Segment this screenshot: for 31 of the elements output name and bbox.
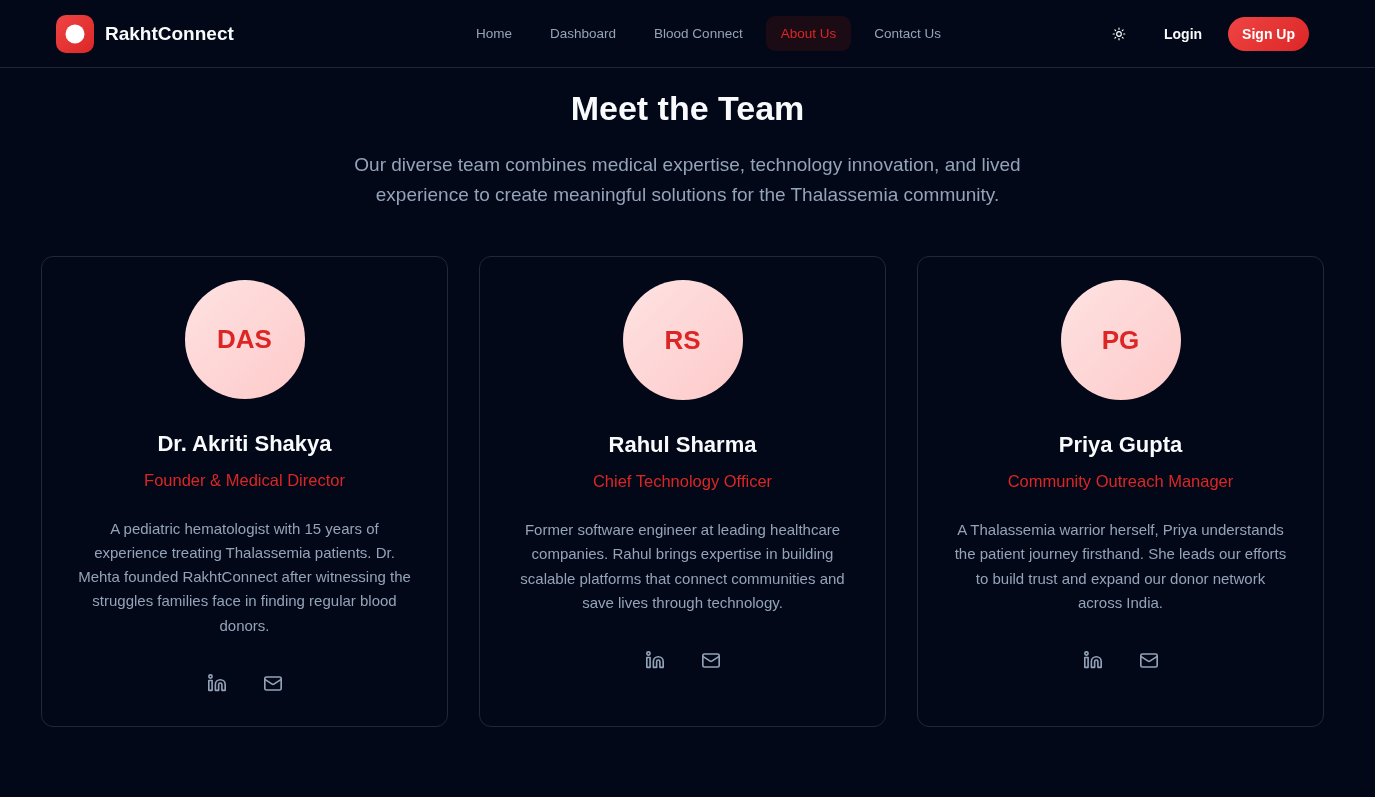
brand-name: RakhtConnect — [105, 22, 234, 45]
nav-link[interactable]: Dashboard — [535, 16, 632, 51]
login-button[interactable]: Login — [1164, 17, 1203, 50]
avatar-initials: DAS — [184, 280, 305, 399]
sun-icon — [1112, 26, 1126, 41]
nav-link[interactable]: About Us — [765, 16, 852, 51]
member-role: Chief Technology Officer — [592, 471, 773, 492]
member-role: Community Outreach Manager — [1007, 471, 1234, 492]
linkedin-icon[interactable] — [1083, 651, 1102, 670]
member-bio: A Thalassemia warrior herself, Priya understands the patient journey firsthand. She leads our efforts to build trust and expand our donor network across India. — [953, 520, 1288, 613]
nav-link[interactable]: Blood Connect — [639, 16, 758, 51]
envelope-icon[interactable] — [263, 675, 282, 691]
logo-icon — [56, 14, 94, 53]
member-name: Dr. Akriti Shakya — [157, 429, 332, 458]
member-bio: A pediatric hematologist with 15 years of experience treating Thalassemia patients. Dr. Mehta founded RakhtConnect after witnessing the struggles families face in finding regular blood donors. — [77, 518, 412, 636]
envelope-icon[interactable] — [1139, 652, 1158, 668]
avatar-initials: RS — [622, 280, 743, 400]
avatar-initials: PG — [1060, 280, 1181, 400]
section-title: Meet the Team — [570, 88, 805, 128]
envelope-icon[interactable] — [701, 652, 720, 668]
nav-link[interactable]: Home — [461, 16, 528, 51]
member-name: Priya Gupta — [1058, 431, 1183, 459]
section-subtitle: Our diverse team combines medical expertise, technology innovation, and lived experience to create meaningful solutions for the Thalassemia community. — [353, 153, 1022, 207]
linkedin-icon[interactable] — [645, 651, 664, 670]
nav-link[interactable]: Contact Us — [859, 16, 956, 51]
sign-up-button[interactable]: Sign Up — [1228, 16, 1309, 51]
linkedin-icon[interactable] — [207, 674, 226, 692]
member-role: Founder & Medical Director — [144, 469, 345, 491]
theme-toggle-button[interactable] — [1112, 26, 1126, 41]
member-name: Rahul Sharma — [608, 431, 757, 459]
member-bio: Former software engineer at leading healthcare companies. Rahul brings expertise in building scalable platforms that connect communities and save lives through technology. — [519, 520, 846, 613]
